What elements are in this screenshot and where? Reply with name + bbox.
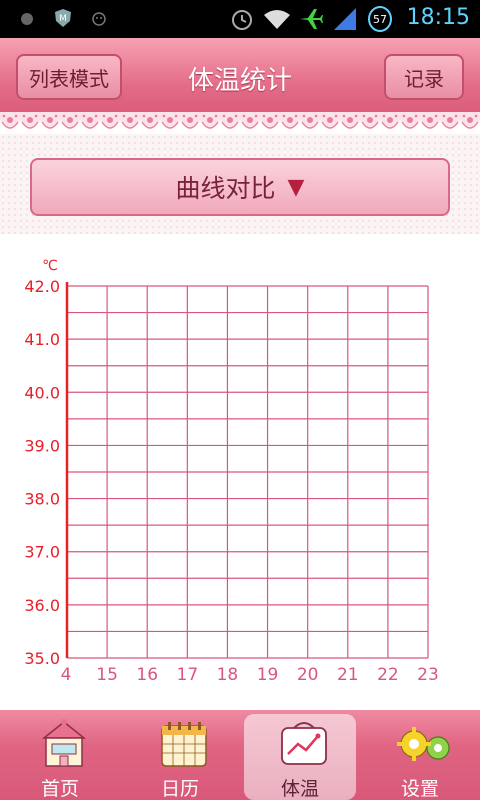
gear-icon [397,727,450,761]
m-shield-icon: M [55,9,71,27]
tab-bar: 首页 日历 体温 设置 [0,710,480,800]
clock: 18:15 [406,5,470,30]
tab-home-label: 首页 [40,778,79,800]
y-tick-label: 38.0 [24,490,60,509]
app-header: 列表模式 体温统计 记录 [0,38,480,116]
tab-calendar-label: 日历 [160,778,199,800]
calendar-icon [161,722,207,767]
battery-level: 57 [373,12,387,26]
y-tick-label: 35.0 [24,649,60,668]
y-tick-label: 39.0 [24,436,60,455]
lace-trim [0,112,480,136]
y-tick-label: 42.0 [24,277,60,296]
x-tick-label: 18 [217,665,239,685]
x-tick-label: 15 [96,665,118,685]
x-tick-label: 21 [337,665,359,685]
y-tick-label: 36.0 [24,596,60,615]
y-tick-label: 40.0 [24,383,60,402]
triangle-down-icon: ▼ [287,174,305,200]
curve-compare-dropdown[interactable]: 曲线对比 ▼ [30,158,450,216]
temperature-chart-icon [281,722,327,765]
circle-icon [21,13,33,25]
x-tick-label: 16 [136,665,158,685]
x-tick-label: 17 [177,665,199,685]
battery-icon: 57 [368,6,392,32]
signal-icon [334,8,356,30]
tab-settings-label: 设置 [400,778,439,800]
smiley-icon [92,12,106,26]
tab-temperature-label: 体温 [280,778,319,800]
x-tick-label: 19 [257,665,279,685]
airplane-icon [300,9,323,29]
tab-home[interactable]: 首页 [0,710,120,800]
tab-settings[interactable]: 设置 [360,710,480,800]
alarm-icon [232,10,252,30]
tab-temperature[interactable]: 体温 [240,710,360,800]
wifi-icon [264,10,290,29]
y-tick-label: 37.0 [24,543,60,562]
curve-compare-label: 曲线对比 [175,174,276,203]
tab-calendar[interactable]: 日历 [120,710,240,800]
record-button[interactable]: 记录 [384,54,464,100]
temperature-chart: ℃ 35.0 36.0 37.0 38.0 39.0 40.0 41.0 42.0 4 15 16 17… [0,234,480,710]
x-tick-label: 4 [61,665,72,685]
y-axis-unit-label: ℃ [42,258,58,274]
x-tick-label: 20 [297,665,319,685]
svg-text:M: M [59,14,67,24]
home-icon [41,719,87,767]
temperature-chart-svg: ℃ 35.0 36.0 37.0 38.0 39.0 40.0 41.0 42.0 4 15 16 17… [24,258,439,685]
status-bar: M 57 18:15 [0,0,480,38]
y-tick-label: 41.0 [24,330,60,349]
x-tick-label: 23 [417,665,439,685]
x-tick-label: 22 [377,665,399,685]
